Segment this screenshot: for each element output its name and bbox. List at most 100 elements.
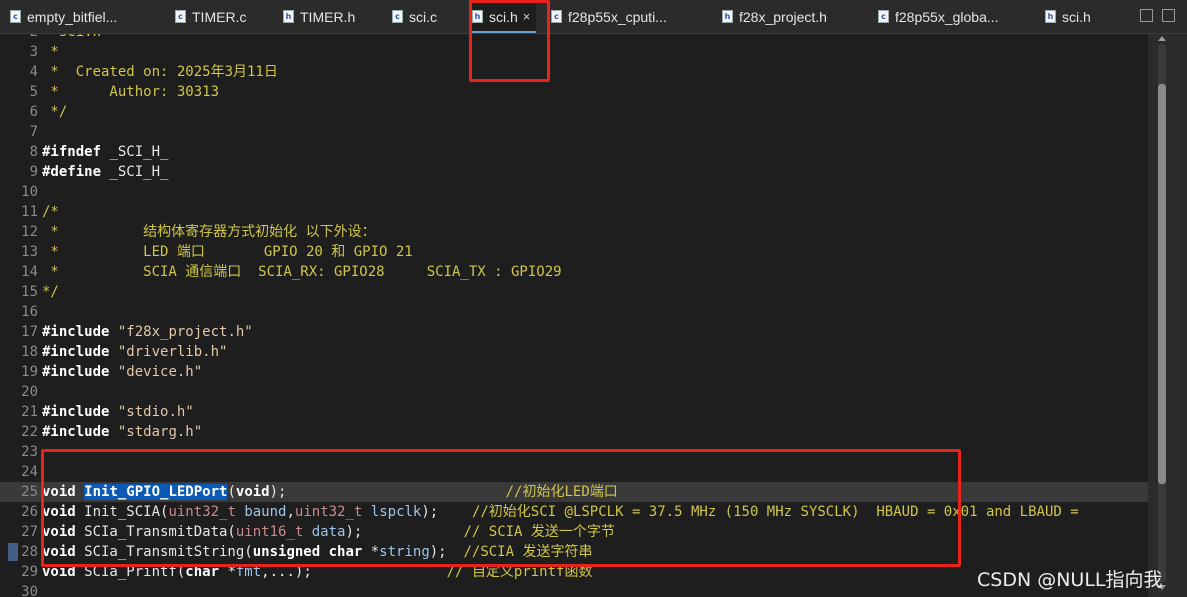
line-number: 11 — [21, 204, 38, 220]
c-file-icon — [175, 10, 186, 23]
line-number: 8 — [29, 144, 38, 160]
code-token: #include — [42, 404, 110, 420]
code-line[interactable]: 10 — [0, 182, 1148, 202]
line-number: 28 — [21, 544, 38, 560]
code-text: sci.h — [42, 34, 101, 42]
code-line[interactable]: 3 * — [0, 42, 1148, 62]
highlight-box-tab — [469, 0, 550, 82]
minimize-icon[interactable] — [1140, 9, 1153, 22]
tab-8[interactable]: sci.h — [1045, 0, 1091, 33]
code-text: #ifndef _SCI_H_ — [42, 142, 168, 162]
code-text: * LED 端口 GPIO 20 和 GPIO 21 — [42, 242, 413, 262]
code-text: */ — [42, 102, 67, 122]
code-token: sci.h — [42, 34, 101, 40]
code-text: * 结构体寄存器方式初始化 以下外设： — [42, 222, 375, 242]
code-token: _SCI_H_ — [101, 164, 169, 180]
line-number: 14 — [21, 264, 38, 280]
line-number: 5 — [29, 84, 38, 100]
code-token: "device.h" — [109, 364, 203, 380]
line-number: 7 — [29, 124, 38, 140]
code-line[interactable]: 4 * Created on: 2025年3月11日 — [0, 62, 1148, 82]
line-number: 4 — [29, 64, 38, 80]
line-number: 3 — [29, 44, 38, 60]
tab-label: TIMER.h — [300, 8, 356, 25]
vertical-scrollbar[interactable] — [1148, 34, 1187, 597]
tab-5[interactable]: f28p55x_cputi... — [551, 0, 667, 33]
code-line[interactable]: 14 * SCIA 通信端口 SCIA_RX: GPIO28 SCIA_TX :… — [0, 262, 1148, 282]
code-token: /* — [42, 204, 59, 220]
line-number: 26 — [21, 504, 38, 520]
code-token: * Author: 30313 — [42, 84, 220, 100]
code-line[interactable]: 30 — [0, 582, 1148, 597]
code-line[interactable]: 13 * LED 端口 GPIO 20 和 GPIO 21 — [0, 242, 1148, 262]
tab-label: empty_bitfiel... — [27, 8, 118, 25]
code-line[interactable]: 20 — [0, 382, 1148, 402]
code-token: * LED 端口 GPIO 20 和 GPIO 21 — [42, 244, 413, 260]
code-line[interactable]: 16 — [0, 302, 1148, 322]
code-line[interactable]: 21 #include "stdio.h" — [0, 402, 1148, 422]
line-number: 23 — [21, 444, 38, 460]
line-number: 21 — [21, 404, 38, 420]
code-token: #define — [42, 164, 102, 180]
code-token: */ — [42, 104, 68, 120]
code-token: * — [42, 44, 59, 60]
line-number: 6 — [29, 104, 38, 120]
code-line[interactable]: 8 #ifndef _SCI_H_ — [0, 142, 1148, 162]
code-text: #include "f28x_project.h" — [42, 322, 253, 342]
tab-label: sci.h — [1062, 8, 1091, 25]
highlight-box-declarations — [41, 449, 961, 567]
tab-label: sci.c — [409, 8, 437, 25]
code-text: #include "driverlib.h" — [42, 342, 227, 362]
c-file-icon — [392, 10, 403, 23]
code-text: #define _SCI_H_ — [42, 162, 168, 182]
code-line[interactable]: 7 — [0, 122, 1148, 142]
code-text: #include "stdio.h" — [42, 402, 194, 422]
scroll-up-icon[interactable] — [1158, 36, 1166, 41]
code-token: "stdio.h" — [109, 404, 194, 420]
code-token: * Created on: 2025年3月11日 — [42, 64, 278, 80]
code-token: "stdarg.h" — [109, 424, 203, 440]
code-line[interactable]: 2 sci.h — [0, 34, 1148, 42]
code-token: "driverlib.h" — [109, 344, 228, 360]
code-line[interactable]: 12 * 结构体寄存器方式初始化 以下外设： — [0, 222, 1148, 242]
code-token: #ifndef — [42, 144, 102, 160]
code-line[interactable]: 15 */ — [0, 282, 1148, 302]
c-file-icon — [551, 10, 562, 23]
tab-3[interactable]: sci.c — [392, 0, 437, 33]
line-number: 29 — [21, 564, 38, 580]
editor-tab-bar: empty_bitfiel... TIMER.c TIMER.h sci.c sci.h… — [0, 0, 1187, 34]
h-file-icon — [722, 10, 733, 23]
code-line[interactable]: 11/* — [0, 202, 1148, 222]
h-file-icon — [283, 10, 294, 23]
tab-1[interactable]: TIMER.c — [175, 0, 246, 33]
tab-6[interactable]: f28x_project.h — [722, 0, 827, 33]
code-text: * — [42, 42, 59, 62]
code-text: * SCIA 通信端口 SCIA_RX: GPIO28 SCIA_TX : GP… — [42, 262, 561, 282]
code-line[interactable]: 19 #include "device.h" — [0, 362, 1148, 382]
line-number: 27 — [21, 524, 38, 540]
code-line[interactable]: 9 #define _SCI_H_ — [0, 162, 1148, 182]
tab-7[interactable]: f28p55x_globa... — [878, 0, 999, 33]
scrollbar-thumb[interactable] — [1158, 84, 1166, 484]
code-text: * Created on: 2025年3月11日 — [42, 62, 278, 82]
code-line[interactable]: 5 * Author: 30313 — [0, 82, 1148, 102]
line-number: 15 — [21, 284, 38, 300]
code-token: #include — [42, 344, 110, 360]
tab-0[interactable]: empty_bitfiel... — [10, 0, 117, 33]
code-line[interactable]: 6 */ — [0, 102, 1148, 122]
line-number: 2 — [0, 34, 38, 42]
code-token: */ — [42, 284, 59, 300]
line-number: 13 — [21, 244, 38, 260]
code-token: "f28x_project.h" — [109, 324, 253, 340]
code-line[interactable]: 22 #include "stdarg.h" — [0, 422, 1148, 442]
line-number: 25 — [21, 484, 38, 500]
code-line[interactable]: 18 #include "driverlib.h" — [0, 342, 1148, 362]
code-text: * Author: 30313 — [42, 82, 219, 102]
tab-label: f28x_project.h — [739, 8, 827, 25]
line-number: 10 — [21, 184, 38, 200]
code-line[interactable]: 17 #include "f28x_project.h" — [0, 322, 1148, 342]
tab-2[interactable]: TIMER.h — [283, 0, 355, 33]
code-token: #include — [42, 324, 110, 340]
code-text: /* — [42, 202, 59, 222]
maximize-icon[interactable] — [1162, 9, 1175, 22]
